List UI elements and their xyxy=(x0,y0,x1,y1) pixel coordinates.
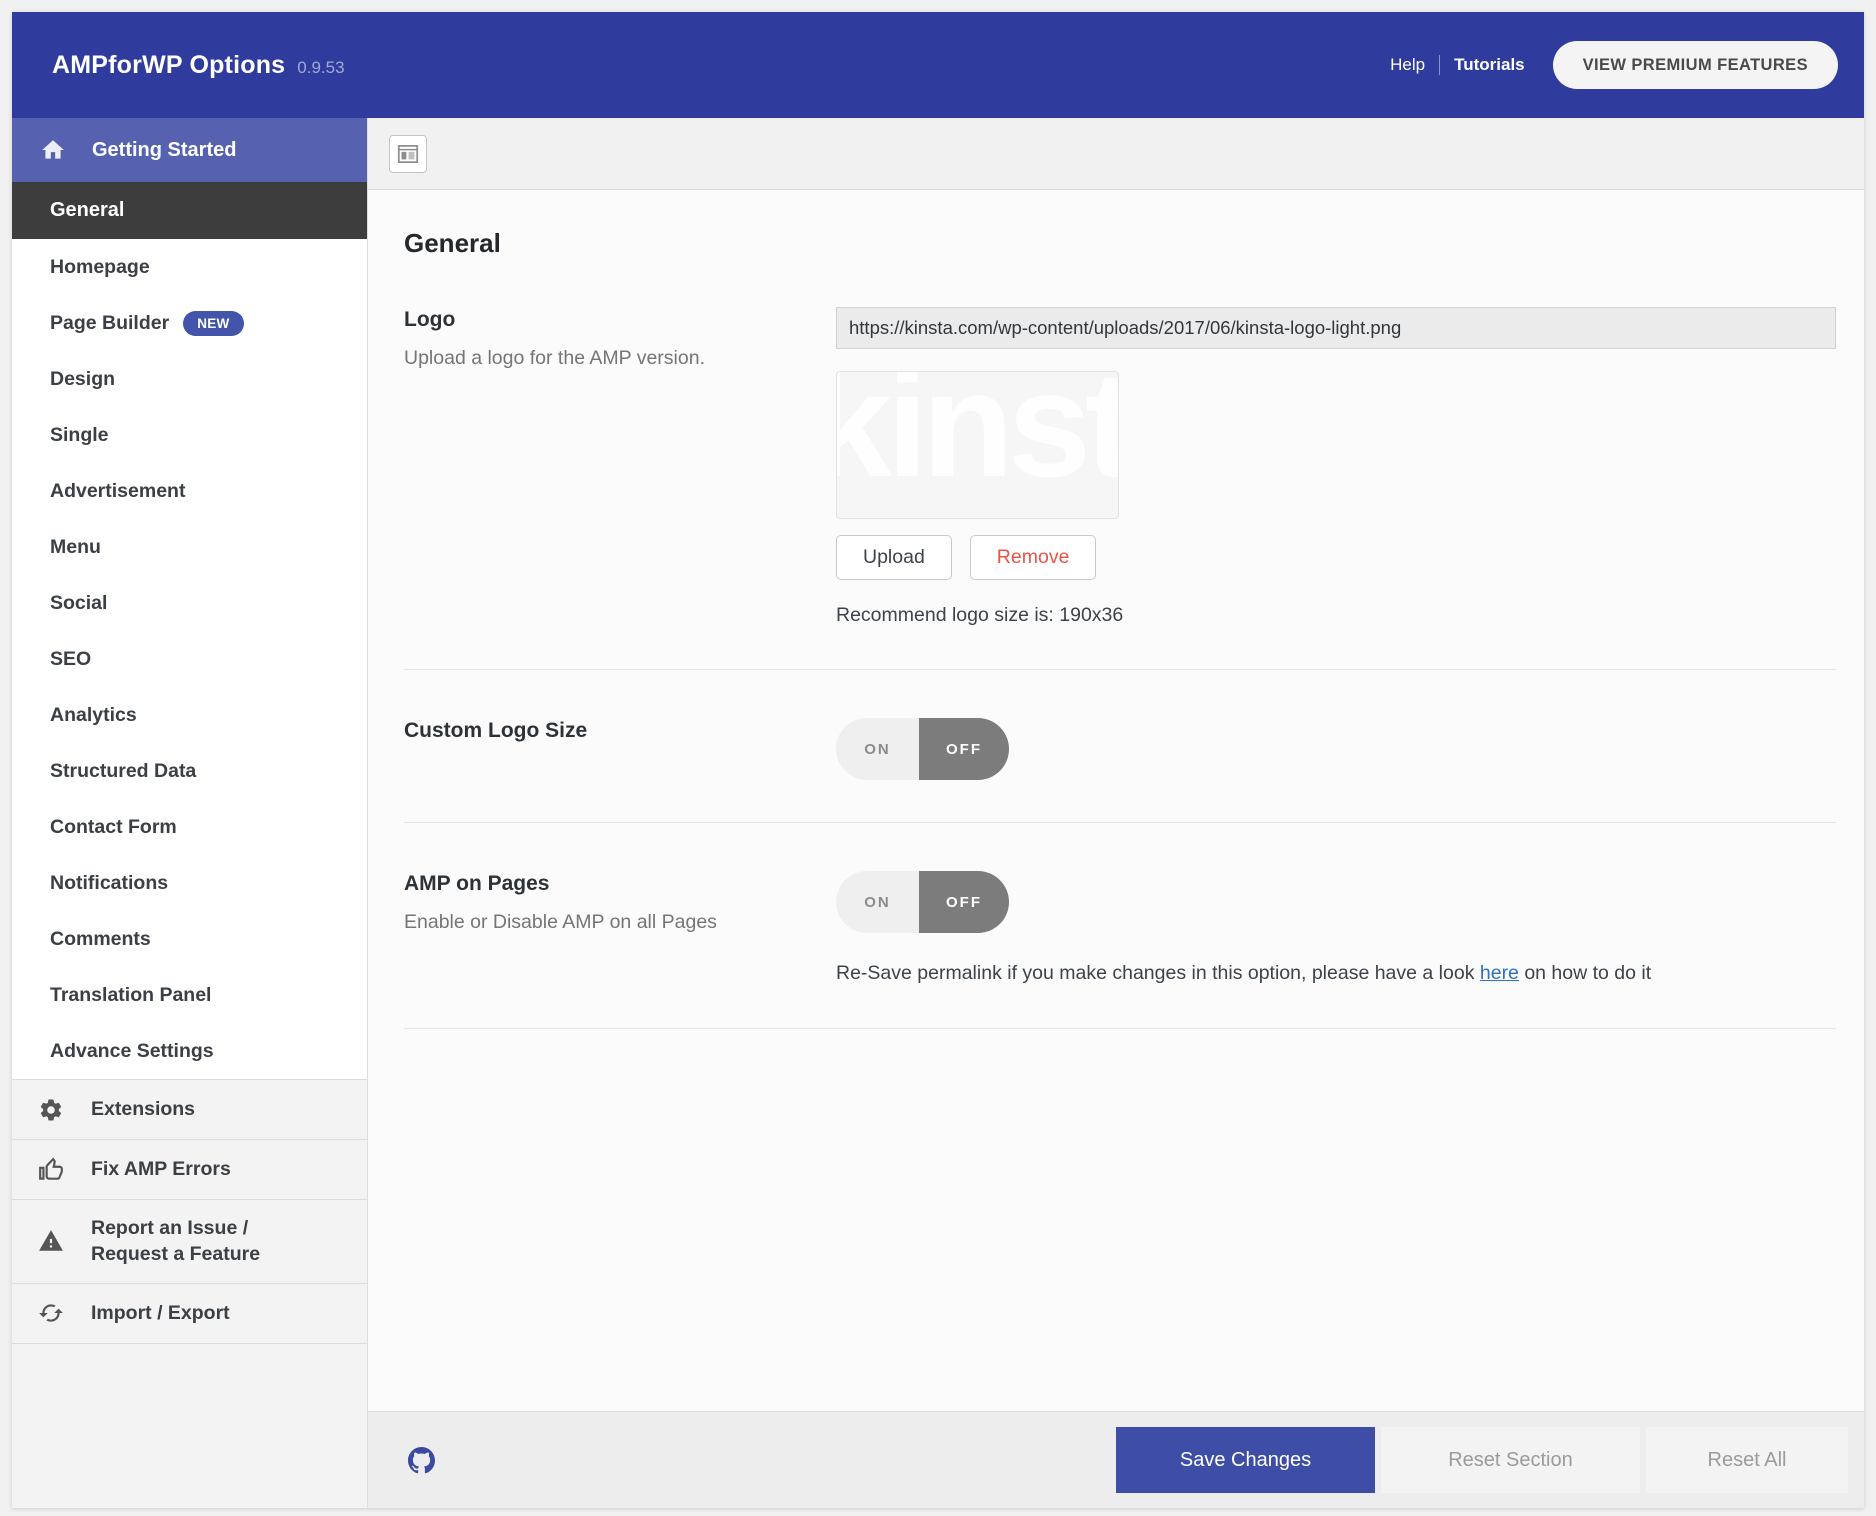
layout-toggle-button[interactable] xyxy=(389,135,427,173)
page-title: General xyxy=(404,228,1836,259)
option-row-amp-on-pages: AMP on Pages Enable or Disable AMP on al… xyxy=(404,823,1836,1029)
sidebar-item-fix-amp-errors[interactable]: Fix AMP Errors xyxy=(12,1139,367,1199)
sidebar-item-translation-panel[interactable]: Translation Panel xyxy=(12,967,367,1023)
toggle-on-segment[interactable]: ON xyxy=(836,871,919,933)
sidebar-item-advertisement[interactable]: Advertisement xyxy=(12,463,367,519)
option-row-custom-logo-size: Custom Logo Size ON OFF xyxy=(404,670,1836,823)
sidebar: Getting Started General Homepage Page Bu… xyxy=(12,118,368,1508)
toggle-on-segment[interactable]: ON xyxy=(836,718,919,780)
toggle-off-segment[interactable]: OFF xyxy=(919,871,1009,933)
logo-preview-text: kinst xyxy=(836,371,1119,511)
here-link[interactable]: here xyxy=(1480,962,1519,984)
reset-section-button[interactable]: Reset Section xyxy=(1381,1427,1640,1493)
custom-logo-size-label: Custom Logo Size xyxy=(404,718,836,743)
sidebar-item-getting-started[interactable]: Getting Started xyxy=(12,118,367,182)
main-panel: General Logo Upload a logo for the AMP v… xyxy=(368,118,1864,1508)
header-separator xyxy=(1439,55,1440,75)
sidebar-item-analytics[interactable]: Analytics xyxy=(12,687,367,743)
version-label: 0.9.53 xyxy=(297,58,344,78)
sidebar-item-extensions[interactable]: Extensions xyxy=(12,1079,367,1139)
sidebar-item-advance-settings[interactable]: Advance Settings xyxy=(12,1023,367,1079)
sidebar-item-label: Getting Started xyxy=(92,139,236,162)
thumbs-up-icon xyxy=(38,1157,64,1183)
upload-button[interactable]: Upload xyxy=(836,535,952,580)
tutorials-link[interactable]: Tutorials xyxy=(1454,55,1525,75)
sidebar-item-label: General xyxy=(50,199,124,222)
sidebar-item-comments[interactable]: Comments xyxy=(12,911,367,967)
custom-logo-size-toggle[interactable]: ON OFF xyxy=(836,718,1009,780)
amp-on-pages-label: AMP on Pages xyxy=(404,871,836,896)
logo-url-input[interactable] xyxy=(836,307,1836,349)
logo-label: Logo xyxy=(404,307,836,332)
home-icon xyxy=(40,137,66,163)
layout-icon xyxy=(395,141,421,167)
settings-content: General Logo Upload a logo for the AMP v… xyxy=(368,190,1864,1411)
sidebar-filler xyxy=(12,1343,367,1508)
github-icon[interactable] xyxy=(408,1447,435,1474)
warning-icon xyxy=(38,1228,64,1254)
remove-button[interactable]: Remove xyxy=(970,535,1097,580)
sidebar-item-report-issue[interactable]: Report an Issue / Request a Feature xyxy=(12,1199,367,1283)
sidebar-item-contact-form[interactable]: Contact Form xyxy=(12,799,367,855)
save-changes-button[interactable]: Save Changes xyxy=(1116,1427,1375,1493)
header-links: Help Tutorials VIEW PREMIUM FEATURES xyxy=(1390,41,1838,89)
app-title: AMPforWP Options xyxy=(52,51,285,80)
amp-on-pages-description: Enable or Disable AMP on all Pages xyxy=(404,910,836,935)
new-badge: NEW xyxy=(183,311,243,336)
sidebar-item-structured-data[interactable]: Structured Data xyxy=(12,743,367,799)
toggle-off-segment[interactable]: OFF xyxy=(919,718,1009,780)
sidebar-item-general[interactable]: General xyxy=(12,182,367,239)
permalink-note: Re-Save permalink if you make changes in… xyxy=(836,961,1836,986)
logo-description: Upload a logo for the AMP version. xyxy=(404,346,836,371)
amp-on-pages-toggle[interactable]: ON OFF xyxy=(836,871,1009,933)
option-row-logo: Logo Upload a logo for the AMP version. … xyxy=(404,259,1836,670)
report-issue-line2: Request a Feature xyxy=(91,1243,260,1265)
sidebar-item-social[interactable]: Social xyxy=(12,575,367,631)
sidebar-item-import-export[interactable]: Import / Export xyxy=(12,1283,367,1343)
sidebar-item-homepage[interactable]: Homepage xyxy=(12,239,367,295)
reset-all-button[interactable]: Reset All xyxy=(1646,1427,1848,1493)
view-premium-features-button[interactable]: VIEW PREMIUM FEATURES xyxy=(1553,41,1838,89)
footer-bar: Save Changes Reset Section Reset All xyxy=(368,1411,1864,1508)
app-title-group: AMPforWP Options 0.9.53 xyxy=(52,51,345,80)
options-toolbar xyxy=(368,118,1864,190)
ampforwp-options-window: AMPforWP Options 0.9.53 Help Tutorials V… xyxy=(12,12,1864,1508)
sidebar-item-design[interactable]: Design xyxy=(12,351,367,407)
sidebar-item-single[interactable]: Single xyxy=(12,407,367,463)
gear-icon xyxy=(38,1097,64,1123)
header-bar: AMPforWP Options 0.9.53 Help Tutorials V… xyxy=(12,12,1864,118)
help-link[interactable]: Help xyxy=(1390,55,1425,75)
logo-size-recommendation: Recommend logo size is: 190x36 xyxy=(836,604,1836,627)
sync-icon xyxy=(38,1300,64,1326)
sidebar-nav: Homepage Page Builder NEW Design Single … xyxy=(12,239,367,1079)
sidebar-item-page-builder[interactable]: Page Builder NEW xyxy=(12,295,367,351)
report-issue-line1: Report an Issue / xyxy=(91,1217,248,1239)
sidebar-item-seo[interactable]: SEO xyxy=(12,631,367,687)
sidebar-item-notifications[interactable]: Notifications xyxy=(12,855,367,911)
sidebar-item-menu[interactable]: Menu xyxy=(12,519,367,575)
logo-preview-image: kinst xyxy=(836,371,1119,519)
